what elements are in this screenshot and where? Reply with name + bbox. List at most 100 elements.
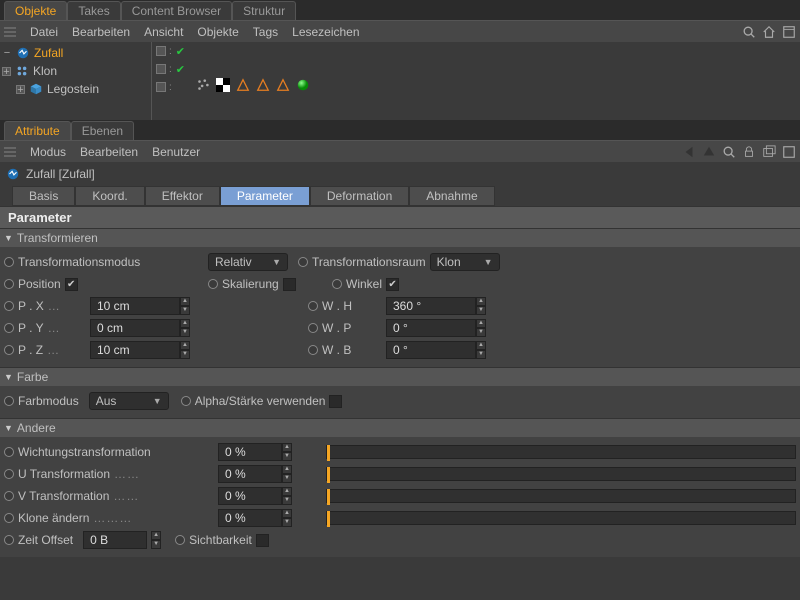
slider-thumb[interactable] (327, 511, 330, 527)
anim-dot[interactable] (4, 301, 14, 311)
collapse-icon[interactable]: − (2, 47, 12, 59)
warning-tag-icon[interactable] (276, 78, 290, 92)
layer-cell[interactable]: :✔ (152, 60, 192, 78)
checkbox-winkel[interactable]: ✔ (386, 278, 399, 291)
input-wb[interactable]: 0 ° (386, 341, 476, 359)
input-u-transformation[interactable]: 0 % (218, 465, 282, 483)
input-zeit-offset[interactable]: 0 B (83, 531, 147, 549)
slider-weight[interactable] (326, 445, 796, 459)
layer-options-icon[interactable]: : (169, 82, 173, 93)
tab-attribute[interactable]: Attribute (4, 121, 71, 140)
input-pz[interactable]: 10 cm (90, 341, 180, 359)
menu-ansicht[interactable]: Ansicht (144, 25, 183, 39)
input-wh[interactable]: 360 ° (386, 297, 476, 315)
search-icon[interactable] (722, 145, 736, 159)
input-klone-aendern[interactable]: 0 % (218, 509, 282, 527)
anim-dot[interactable] (308, 345, 318, 355)
warning-tag-icon[interactable] (236, 78, 250, 92)
menu-bearbeiten[interactable]: Bearbeiten (72, 25, 130, 39)
layer-cell[interactable]: : (152, 78, 192, 96)
checker-tag-icon[interactable] (216, 78, 230, 92)
nav-up-icon[interactable] (702, 145, 716, 159)
dropdown-transformationsmodus[interactable]: Relativ ▼ (208, 253, 288, 271)
menu-datei[interactable]: Datei (30, 25, 58, 39)
expand-icon[interactable]: + (16, 85, 25, 94)
anim-dot[interactable] (4, 323, 14, 333)
menu-tags[interactable]: Tags (253, 25, 278, 39)
slider-klone-aendern[interactable] (326, 511, 796, 525)
input-wp[interactable]: 0 ° (386, 319, 476, 337)
home-icon[interactable] (762, 25, 776, 39)
expand-icon[interactable]: + (2, 67, 11, 76)
tab-effektor[interactable]: Effektor (145, 186, 220, 206)
anim-dot[interactable] (332, 279, 342, 289)
slider-u-transformation[interactable] (326, 467, 796, 481)
spinner-u-transformation[interactable]: ▲▼ (282, 465, 292, 483)
spinner-wh[interactable]: ▲▼ (476, 297, 486, 315)
spinner-v-transformation[interactable]: ▲▼ (282, 487, 292, 505)
anim-dot[interactable] (4, 396, 14, 406)
anim-dot[interactable] (4, 447, 14, 457)
layer-options-icon[interactable]: : (169, 64, 173, 75)
input-py[interactable]: 0 cm (90, 319, 180, 337)
tab-abnahme[interactable]: Abnahme (409, 186, 494, 206)
tree-row-klon[interactable]: + Klon (2, 62, 149, 80)
lock-icon[interactable] (742, 145, 756, 159)
tab-struktur[interactable]: Struktur (232, 1, 296, 20)
spinner-pz[interactable]: ▲▼ (180, 341, 190, 359)
tree-row-legostein[interactable]: + Legostein (2, 80, 149, 98)
new-window-icon[interactable] (762, 145, 776, 159)
tab-takes[interactable]: Takes (67, 1, 120, 20)
search-icon[interactable] (742, 25, 756, 39)
maximize-icon[interactable] (782, 145, 796, 159)
anim-dot[interactable] (4, 279, 14, 289)
slider-thumb[interactable] (327, 489, 330, 505)
menu-bearbeiten[interactable]: Bearbeiten (80, 145, 138, 159)
object-tree[interactable]: − Zufall + Klon + Legostein (0, 42, 152, 120)
anim-dot[interactable] (4, 257, 14, 267)
warning-tag-icon[interactable] (256, 78, 270, 92)
tab-objekte[interactable]: Objekte (4, 1, 67, 20)
anim-dot[interactable] (4, 491, 14, 501)
spinner-px[interactable]: ▲▼ (180, 297, 190, 315)
group-header-andere[interactable]: ▼ Andere (0, 418, 800, 437)
layer-cell[interactable]: :✔ (152, 42, 192, 60)
spinner-klone[interactable]: ▲▼ (282, 509, 292, 527)
anim-dot[interactable] (175, 535, 185, 545)
tab-parameter[interactable]: Parameter (220, 186, 310, 206)
group-header-transformieren[interactable]: ▼ Transformieren (0, 228, 800, 247)
checkbox-alpha[interactable] (329, 395, 342, 408)
tab-basis[interactable]: Basis (12, 186, 75, 206)
anim-dot[interactable] (308, 323, 318, 333)
menu-objekte[interactable]: Objekte (197, 25, 238, 39)
group-header-farbe[interactable]: ▼ Farbe (0, 367, 800, 386)
input-weight[interactable]: 0 % (218, 443, 282, 461)
input-v-transformation[interactable]: 0 % (218, 487, 282, 505)
tree-row-zufall[interactable]: − Zufall (2, 44, 149, 62)
tab-deformation[interactable]: Deformation (310, 186, 409, 206)
spinner-py[interactable]: ▲▼ (180, 319, 190, 337)
spinner-wb[interactable]: ▲▼ (476, 341, 486, 359)
anim-dot[interactable] (4, 469, 14, 479)
dropdown-farbmodus[interactable]: Aus ▼ (89, 392, 169, 410)
anim-dot[interactable] (4, 535, 14, 545)
checkbox-position[interactable]: ✔ (65, 278, 78, 291)
tab-koord[interactable]: Koord. (75, 186, 144, 206)
checkbox-skalierung[interactable] (283, 278, 296, 291)
layer-options-icon[interactable]: : (169, 46, 173, 57)
anim-dot[interactable] (298, 257, 308, 267)
nav-back-icon[interactable] (682, 145, 696, 159)
spinner-wp[interactable]: ▲▼ (476, 319, 486, 337)
anim-dot[interactable] (4, 513, 14, 523)
tab-content-browser[interactable]: Content Browser (121, 1, 232, 20)
slider-thumb[interactable] (327, 445, 330, 461)
maximize-icon[interactable] (782, 25, 796, 39)
checkbox-sichtbarkeit[interactable] (256, 534, 269, 547)
grain-tag-icon[interactable] (196, 78, 210, 92)
dropdown-transformationsraum[interactable]: Klon ▼ (430, 253, 500, 271)
tab-ebenen[interactable]: Ebenen (71, 121, 134, 140)
anim-dot[interactable] (181, 396, 191, 406)
slider-v-transformation[interactable] (326, 489, 796, 503)
menu-benutzer[interactable]: Benutzer (152, 145, 200, 159)
anim-dot[interactable] (308, 301, 318, 311)
